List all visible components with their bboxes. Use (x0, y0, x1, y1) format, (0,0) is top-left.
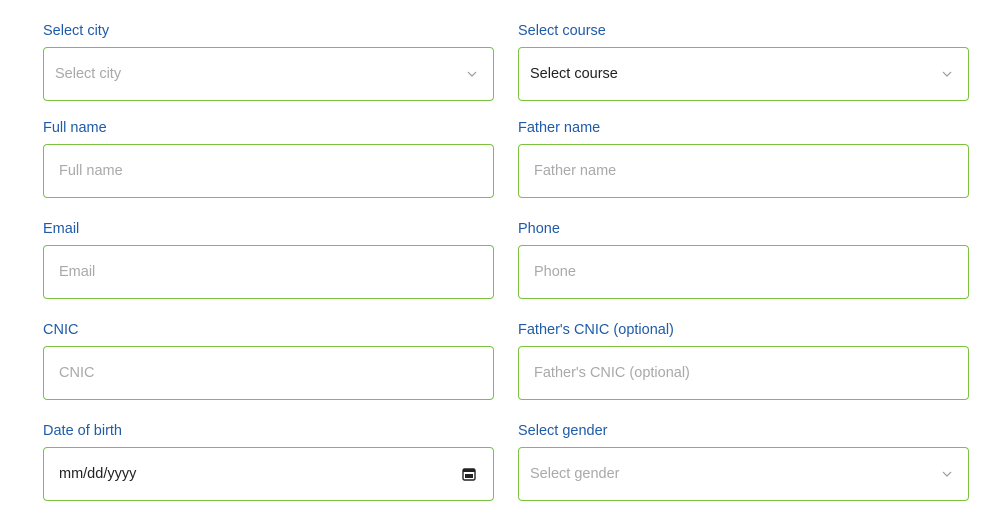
calendar-icon[interactable] (462, 467, 476, 481)
cnic-input[interactable]: CNIC (43, 346, 494, 400)
father-name-label: Father name (518, 120, 601, 136)
cnic-field: CNIC CNIC (43, 320, 494, 400)
city-label: Select city (43, 23, 110, 39)
phone-field: Phone Phone (518, 219, 969, 299)
father-cnic-input[interactable]: Father's CNIC (optional) (518, 346, 969, 400)
gender-label: Select gender (518, 423, 608, 439)
dob-value: mm/dd/yyyy (59, 466, 137, 482)
course-select[interactable]: Select course (518, 47, 969, 101)
full-name-input[interactable]: Full name (43, 144, 494, 198)
email-label: Email (43, 221, 80, 237)
full-name-label: Full name (43, 120, 107, 136)
city-field: Select city Select city (43, 21, 494, 101)
email-input[interactable]: Email (43, 245, 494, 299)
phone-label: Phone (518, 221, 560, 237)
dob-field: Date of birth mm/dd/yyyy (43, 421, 494, 501)
course-field: Select course Select course (518, 21, 969, 101)
cnic-label: CNIC (43, 322, 79, 338)
email-field: Email Email (43, 219, 494, 299)
phone-placeholder: Phone (534, 264, 576, 280)
chevron-down-icon (942, 71, 952, 77)
chevron-down-icon (942, 471, 952, 477)
city-select-placeholder: Select city (55, 66, 122, 82)
full-name-placeholder: Full name (59, 163, 123, 179)
course-label: Select course (518, 23, 606, 39)
gender-field: Select gender Select gender (518, 421, 969, 501)
chevron-down-icon (467, 71, 477, 77)
dob-input[interactable]: mm/dd/yyyy (43, 447, 494, 501)
cnic-placeholder: CNIC (59, 365, 95, 381)
course-select-value: Select course (530, 66, 618, 82)
phone-input[interactable]: Phone (518, 245, 969, 299)
city-select[interactable]: Select city (43, 47, 494, 101)
dob-label: Date of birth (43, 423, 122, 439)
father-name-field: Father name Father name (518, 118, 969, 198)
father-cnic-label: Father's CNIC (optional) (518, 322, 674, 338)
full-name-field: Full name Full name (43, 118, 494, 198)
father-name-placeholder: Father name (534, 163, 617, 179)
email-placeholder: Email (59, 264, 96, 280)
gender-select-placeholder: Select gender (530, 466, 620, 482)
father-cnic-placeholder: Father's CNIC (optional) (534, 365, 690, 381)
gender-select[interactable]: Select gender (518, 447, 969, 501)
father-name-input[interactable]: Father name (518, 144, 969, 198)
father-cnic-field: Father's CNIC (optional) Father's CNIC (… (518, 320, 969, 400)
